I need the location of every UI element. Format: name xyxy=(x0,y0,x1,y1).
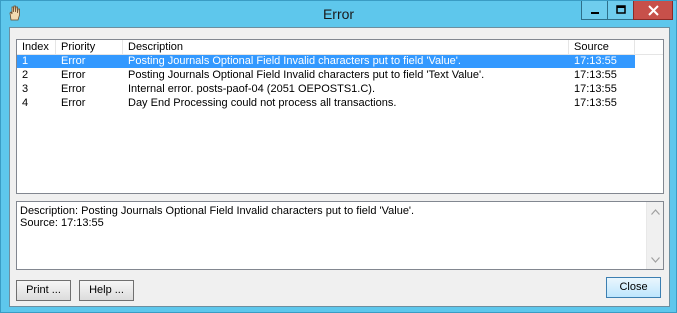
table-row[interactable]: 3 Error Internal error. posts-paof-04 (2… xyxy=(17,83,635,96)
minimize-button[interactable] xyxy=(581,1,608,20)
error-detail-box[interactable]: Description: Posting Journals Optional F… xyxy=(16,201,664,270)
cell-source: 17:13:55 xyxy=(574,69,617,81)
cell-source: 17:13:55 xyxy=(574,83,617,95)
cell-source: 17:13:55 xyxy=(574,55,617,67)
cell-index: 3 xyxy=(22,83,29,95)
detail-description: Description: Posting Journals Optional F… xyxy=(20,205,415,217)
detail-source: Source: 17:13:55 xyxy=(20,217,104,229)
cell-description: Internal error. posts-paof-04 (2051 OEPO… xyxy=(128,83,376,95)
cell-source: 17:13:55 xyxy=(574,97,617,109)
minimize-icon xyxy=(590,12,599,14)
cell-description: Posting Journals Optional Field Invalid … xyxy=(128,55,461,67)
window-title: Error xyxy=(322,6,355,22)
table-row[interactable]: 4 Error Day End Processing could not pro… xyxy=(17,97,635,110)
maximize-icon xyxy=(615,5,626,14)
error-window: Error Index Priority Description Source xyxy=(0,0,677,313)
column-header-priority[interactable]: Priority xyxy=(56,40,123,54)
cell-priority: Error xyxy=(61,83,86,95)
title-bar[interactable]: Error xyxy=(1,1,676,27)
print-button[interactable]: Print ... xyxy=(16,280,71,301)
cell-priority: Error xyxy=(61,55,86,67)
cell-index: 1 xyxy=(22,55,29,67)
detail-scrollbar[interactable] xyxy=(646,202,663,269)
cell-description: Posting Journals Optional Field Invalid … xyxy=(128,69,485,81)
close-button[interactable]: Close xyxy=(606,277,661,298)
close-icon xyxy=(647,4,659,16)
scroll-down-icon[interactable] xyxy=(647,252,663,268)
column-header-description[interactable]: Description xyxy=(123,40,569,54)
cell-priority: Error xyxy=(61,69,86,81)
error-list[interactable]: Index Priority Description Source 1 Erro… xyxy=(16,39,664,194)
cell-description: Day End Processing could not process all… xyxy=(128,97,397,109)
column-header-index[interactable]: Index xyxy=(17,40,56,54)
table-row[interactable]: 1 Error Posting Journals Optional Field … xyxy=(17,55,635,68)
cell-priority: Error xyxy=(61,97,86,109)
cell-index: 4 xyxy=(22,97,29,109)
maximize-button[interactable] xyxy=(607,1,634,20)
column-header-source[interactable]: Source xyxy=(569,40,635,54)
table-row[interactable]: 2 Error Posting Journals Optional Field … xyxy=(17,69,635,82)
scroll-up-icon[interactable] xyxy=(647,204,663,220)
list-header: Index Priority Description Source xyxy=(17,40,663,55)
help-button[interactable]: Help ... xyxy=(79,280,134,301)
dialog-body: Index Priority Description Source 1 Erro… xyxy=(9,27,670,307)
cell-index: 2 xyxy=(22,69,29,81)
close-window-button[interactable] xyxy=(633,1,673,20)
